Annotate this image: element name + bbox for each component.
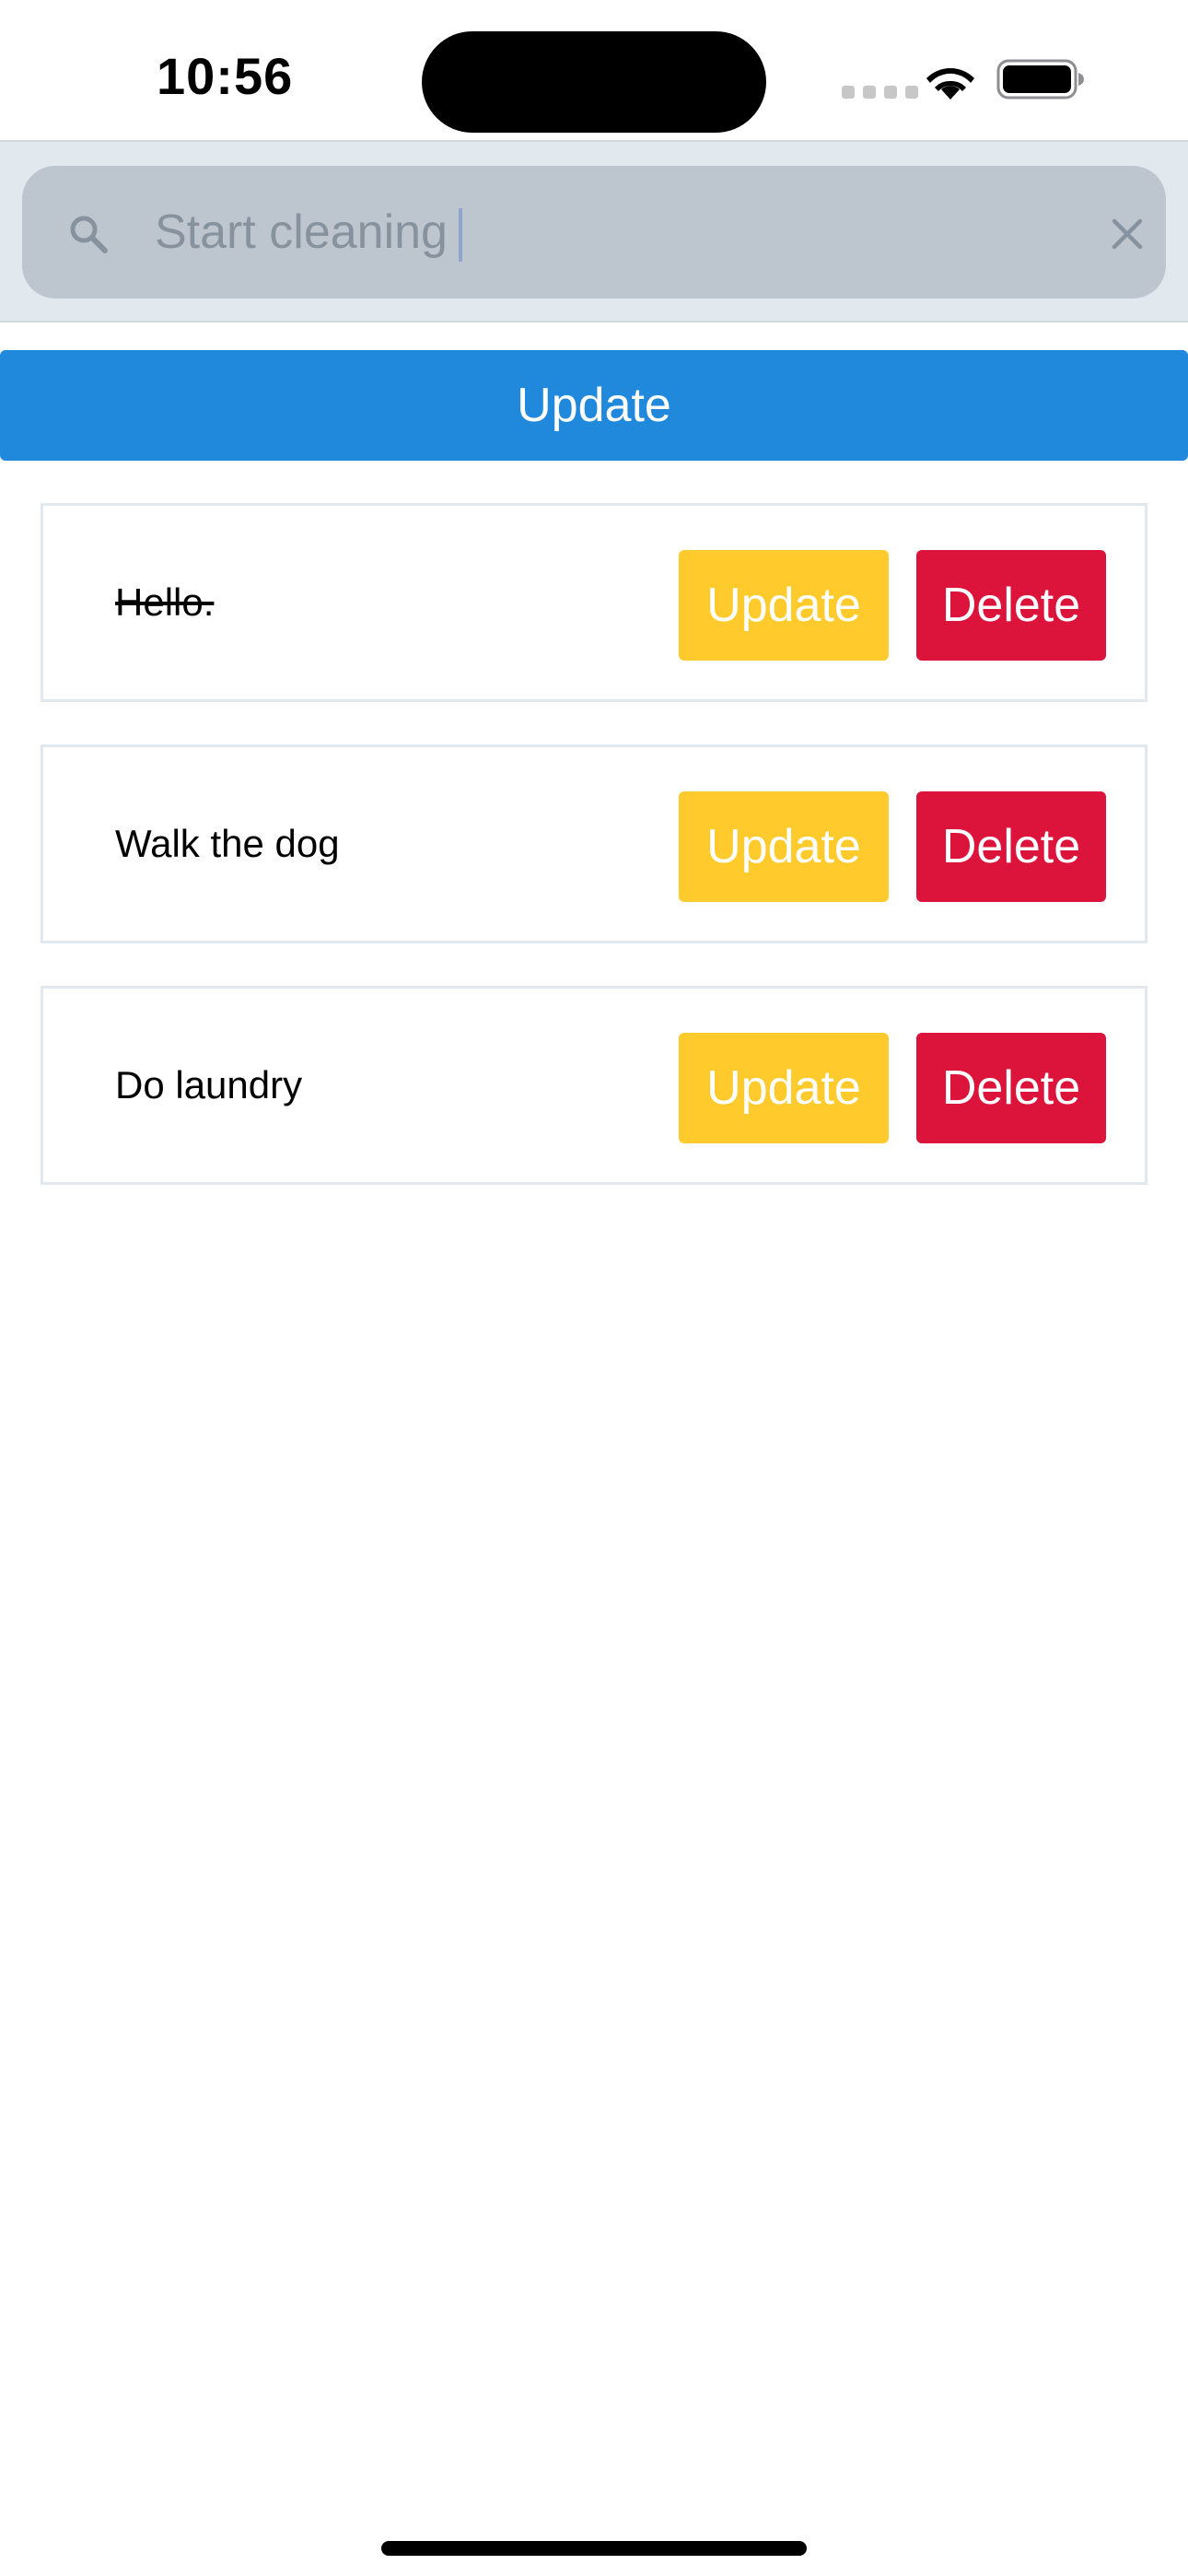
text-caret: [459, 208, 462, 262]
todo-update-button[interactable]: Update: [679, 791, 889, 902]
todo-item: Walk the dog Update Delete: [41, 744, 1147, 943]
todo-item-text[interactable]: Hello.: [115, 506, 214, 699]
search-bar-container: [0, 140, 1188, 322]
battery-icon: [996, 59, 1084, 100]
wifi-icon: [926, 67, 974, 100]
todo-item: Do laundry Update Delete: [41, 986, 1147, 1185]
dynamic-island: [422, 31, 766, 133]
close-icon[interactable]: [1105, 212, 1149, 256]
search-input[interactable]: [133, 192, 1076, 273]
search-icon: [70, 216, 108, 253]
search-box[interactable]: [22, 166, 1166, 299]
todo-item: Hello. Update Delete: [41, 503, 1147, 702]
todo-update-button[interactable]: Update: [679, 1033, 889, 1143]
todo-item-text[interactable]: Do laundry: [115, 989, 302, 1182]
app-screen: 10:56 Upd: [0, 0, 1188, 2576]
home-indicator[interactable]: [381, 2541, 807, 2556]
status-time: 10:56: [157, 47, 294, 105]
todo-update-button[interactable]: Update: [679, 550, 889, 661]
todo-list: Hello. Update Delete Walk the dog Update…: [41, 503, 1147, 1227]
todo-delete-button[interactable]: Delete: [916, 1033, 1106, 1143]
todo-delete-button[interactable]: Delete: [916, 791, 1106, 902]
cellular-signal-icon: [842, 86, 918, 99]
todo-item-text[interactable]: Walk the dog: [115, 747, 340, 941]
status-bar: 10:56: [0, 0, 1188, 140]
update-button[interactable]: Update: [0, 350, 1188, 461]
todo-delete-button[interactable]: Delete: [916, 550, 1106, 661]
